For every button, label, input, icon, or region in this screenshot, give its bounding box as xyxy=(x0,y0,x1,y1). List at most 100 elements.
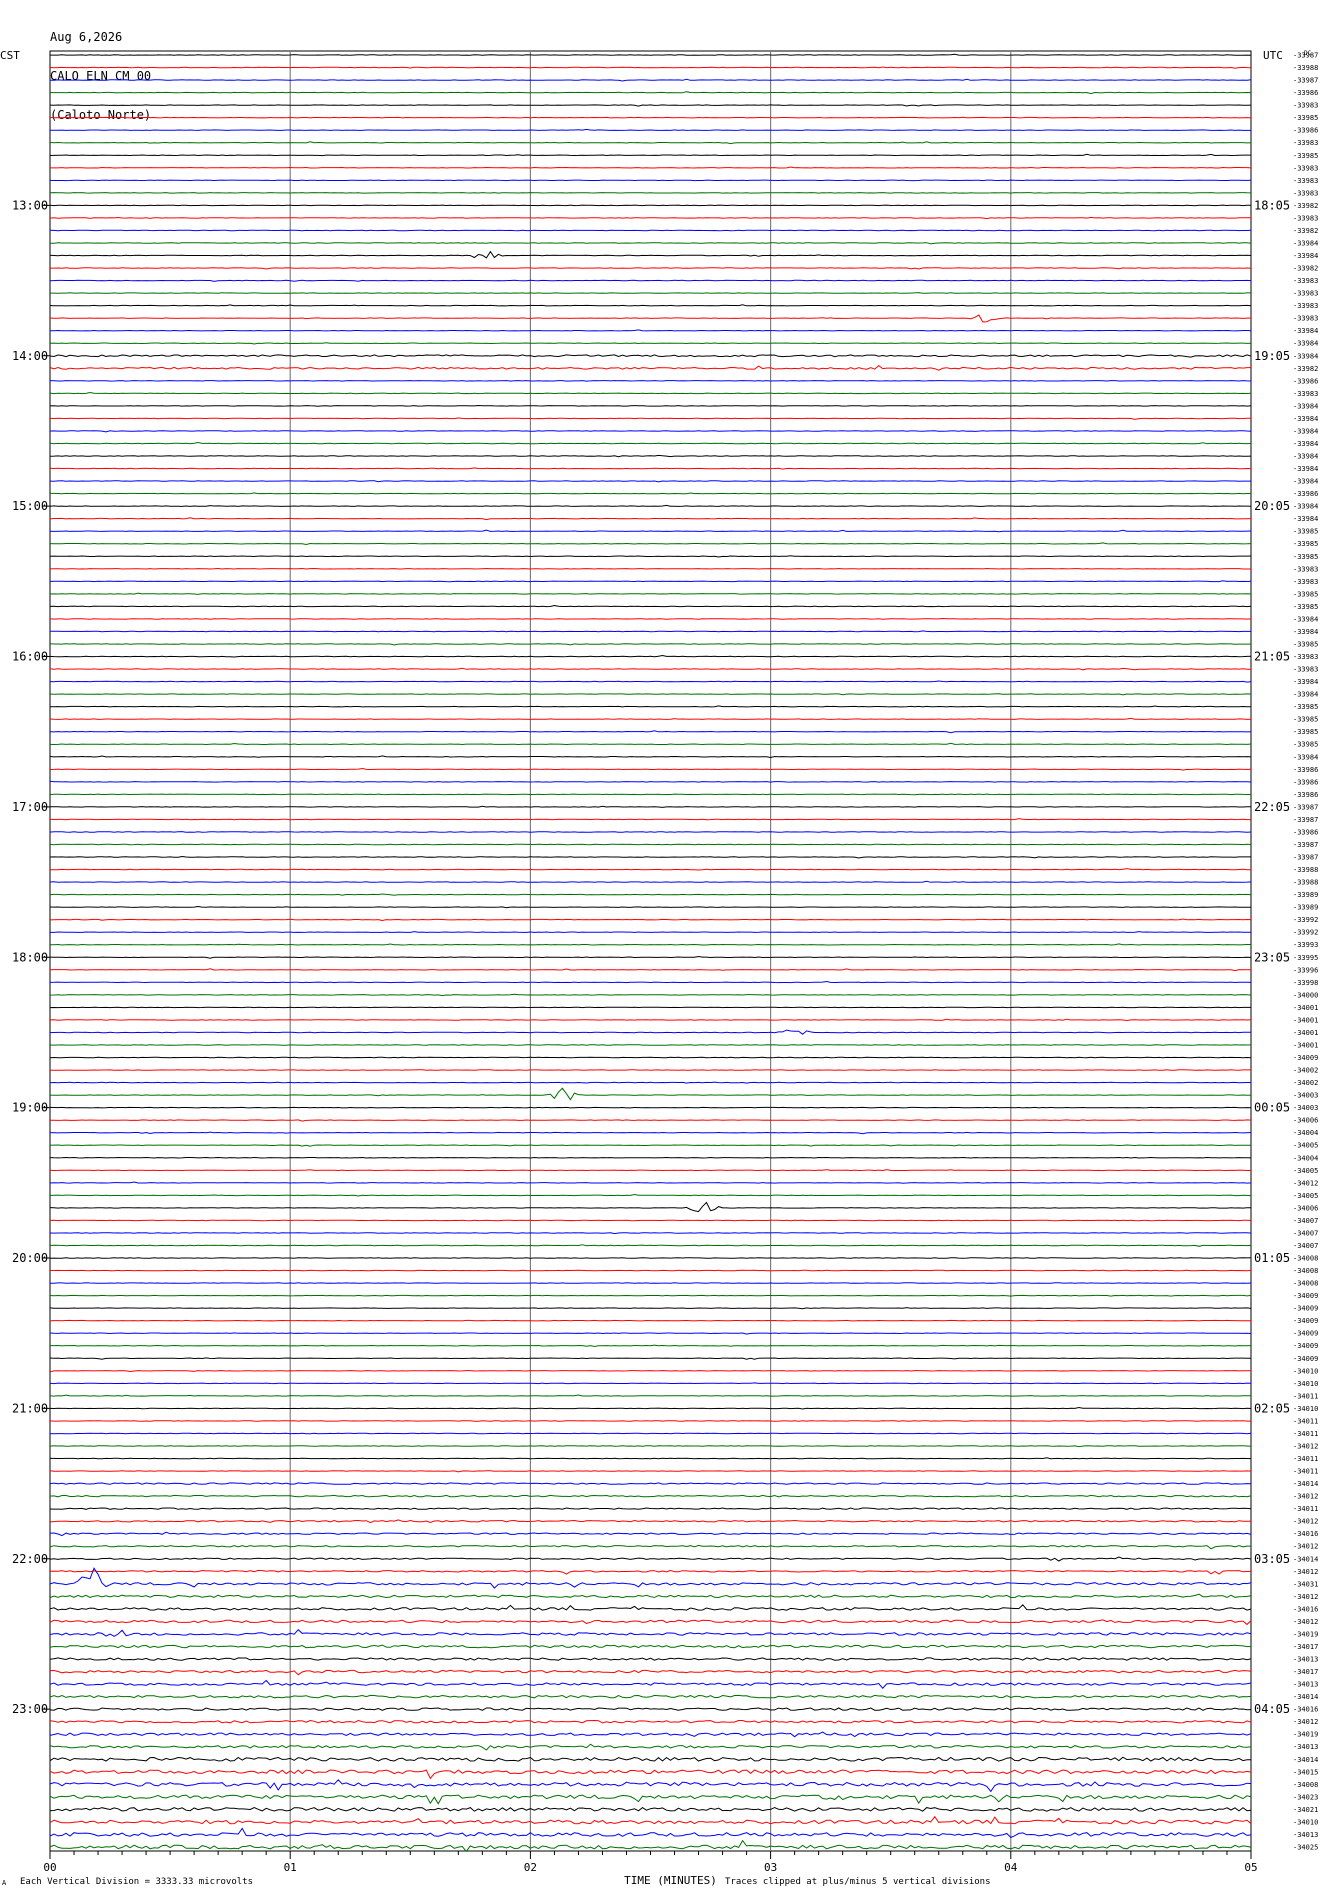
utc-hour-label: 02:05 xyxy=(1254,1401,1290,1415)
x-tick-label: 04 xyxy=(1004,1861,1018,1874)
seismic-trace xyxy=(49,705,1251,708)
dc-offset-label: -34006 xyxy=(1293,1117,1318,1125)
dc-offset-label: -33989 xyxy=(1293,891,1318,899)
dc-offset-label: -34011 xyxy=(1293,1392,1318,1400)
dc-offset-label: -33984 xyxy=(1293,691,1318,699)
seismic-trace xyxy=(49,905,1252,909)
dc-offset-label: -33986 xyxy=(1293,828,1318,836)
seismic-trace xyxy=(50,931,1252,933)
dc-offset-label: -34019 xyxy=(1293,1731,1318,1739)
dc-offset-label: -33986 xyxy=(1293,377,1318,385)
seismic-trace xyxy=(49,1769,1252,1780)
dc-offset-label: -33983 xyxy=(1293,666,1318,674)
seismic-trace xyxy=(49,767,1252,771)
utc-hour-label: 04:05 xyxy=(1254,1702,1290,1716)
dc-offset-label: -34009 xyxy=(1293,1054,1318,1062)
seismic-trace xyxy=(49,104,1252,107)
seismic-trace xyxy=(49,1370,1251,1373)
dc-offset-label: -34008 xyxy=(1293,1781,1318,1789)
dc-offset-label: -34010 xyxy=(1293,1367,1318,1375)
dc-offset-label: -34008 xyxy=(1293,1255,1318,1263)
dc-offset-label: -34016 xyxy=(1293,1605,1318,1613)
seismic-trace xyxy=(49,1644,1252,1649)
seismic-trace xyxy=(49,1269,1252,1272)
dc-offset-label: -33983 xyxy=(1293,302,1318,310)
seismic-trace xyxy=(50,91,1252,95)
dc-offset-label: -33988 xyxy=(1293,64,1318,72)
dc-offset-label: -34009 xyxy=(1293,1292,1318,1300)
dc-offset-label: -33995 xyxy=(1293,954,1318,962)
seismic-trace xyxy=(49,1193,1252,1197)
dc-offset-label: -34007 xyxy=(1293,1229,1318,1237)
seismic-trace xyxy=(49,1593,1252,1599)
seismic-trace xyxy=(49,542,1252,546)
dc-offset-label: -34013 xyxy=(1293,1656,1318,1664)
dc-offset-label: -33985 xyxy=(1293,741,1318,749)
seismic-trace xyxy=(49,1544,1251,1550)
dc-offset-label: -34014 xyxy=(1293,1693,1318,1701)
dc-offset-label: -33983 xyxy=(1293,390,1318,398)
dc-offset-label: -33983 xyxy=(1293,315,1318,323)
utc-hour-label: 22:05 xyxy=(1254,800,1290,814)
seismic-trace xyxy=(50,78,1252,82)
seismic-trace xyxy=(49,730,1252,734)
dc-offset-label: -33986 xyxy=(1293,778,1318,786)
dc-offset-label: -33984 xyxy=(1293,515,1318,523)
dc-offset-label: -33984 xyxy=(1293,615,1318,623)
seismic-trace xyxy=(49,1282,1252,1284)
dc-offset-label: -34023 xyxy=(1293,1793,1318,1801)
seismic-trace xyxy=(49,391,1252,395)
seismic-trace xyxy=(49,1657,1252,1661)
dc-offset-label: -34017 xyxy=(1293,1668,1318,1676)
dc-offset-label: -33985 xyxy=(1293,540,1318,548)
dc-offset-label: -33992 xyxy=(1293,929,1318,937)
seismic-trace xyxy=(49,1756,1251,1762)
dc-offset-label: -33985 xyxy=(1293,152,1318,160)
helicorder-plot: -33987 -33988 -33987 -33986 -33983 -33985 -339… xyxy=(0,49,1318,1887)
seismic-trace xyxy=(49,818,1251,821)
seismic-trace xyxy=(49,1382,1252,1385)
seismic-trace xyxy=(49,993,1252,997)
seismic-trace xyxy=(49,1357,1251,1360)
dc-offset-label: -34025 xyxy=(1293,1844,1318,1852)
seismic-trace xyxy=(49,1307,1252,1310)
seismic-trace xyxy=(49,1219,1252,1222)
seismic-trace xyxy=(50,166,1252,169)
seismic-trace xyxy=(49,880,1252,883)
dc-offset-label: -34016 xyxy=(1293,1706,1318,1714)
dc-offset-label: -34009 xyxy=(1293,1305,1318,1313)
seismic-trace xyxy=(49,617,1252,620)
seismic-trace xyxy=(49,1556,1252,1562)
seismic-trace xyxy=(49,229,1252,232)
seismic-trace xyxy=(49,329,1252,332)
x-tick-label: 02 xyxy=(524,1861,537,1874)
seismic-trace xyxy=(49,128,1251,131)
seismic-trace xyxy=(49,1839,1252,1853)
dc-offset-label: -34012 xyxy=(1293,1493,1318,1501)
dc-offset-label: -33986 xyxy=(1293,127,1318,135)
dc-offset-label: -33984 xyxy=(1293,252,1318,260)
seismic-trace xyxy=(50,943,1251,946)
dc-offset-label: -33989 xyxy=(1293,904,1318,912)
seismic-trace xyxy=(49,480,1251,483)
plot-frame xyxy=(49,50,1252,1852)
seismic-trace xyxy=(49,529,1252,533)
dc-offset-label: -34001 xyxy=(1293,1016,1318,1024)
seismic-trace xyxy=(49,430,1252,433)
seismic-trace xyxy=(49,592,1252,595)
dc-offset-label: -34021 xyxy=(1293,1806,1318,1814)
dc-offset-label: -34012 xyxy=(1293,1543,1318,1551)
seismic-trace xyxy=(49,693,1252,696)
dc-offset-label: -34005 xyxy=(1293,1167,1318,1175)
utc-hour-label: 20:05 xyxy=(1254,499,1290,513)
dc-offset-label: -33985 xyxy=(1293,728,1318,736)
dc-offset-label: -34010 xyxy=(1293,1405,1318,1413)
dc-offset-label: -33987 xyxy=(1293,841,1318,849)
seismic-trace xyxy=(49,141,1252,145)
dc-offset-label: -34012 xyxy=(1293,1179,1318,1187)
seismic-trace xyxy=(49,918,1252,922)
seismic-trace xyxy=(49,955,1252,959)
seismic-trace xyxy=(49,342,1252,345)
dc-offset-label: -34009 xyxy=(1293,1330,1318,1338)
seismic-trace xyxy=(49,567,1251,570)
